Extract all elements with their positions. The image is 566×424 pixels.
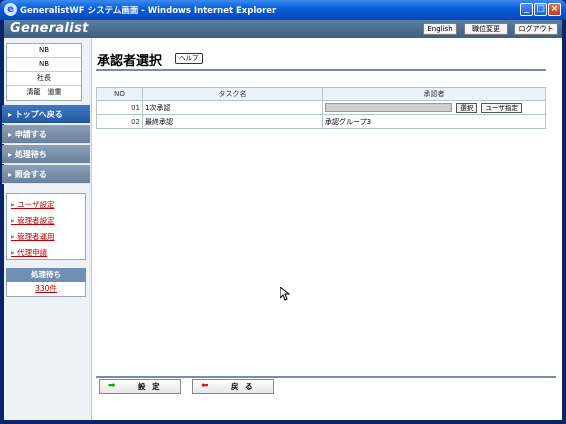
title-divider [96,69,546,71]
maximize-button[interactable]: □ [534,3,547,16]
pending-box: 処理待ち 330件 [6,268,86,297]
arrow-left-icon: ⬅ [201,381,209,391]
table-header-row: NO タスク名 承認者 [96,87,546,101]
nav-top-label: トップへ戻る [14,110,63,119]
role-change-button[interactable]: 職位変更 [464,23,508,35]
app-logo: Generalist [10,21,89,36]
back-button[interactable]: ⬅ 戻 る [192,379,274,394]
nav-top[interactable]: ▸ トップへ戻る [2,105,90,124]
pending-count-link[interactable]: 330件 [6,282,86,297]
col-approver: 承認者 [322,87,546,101]
select-button[interactable]: 選択 [456,102,478,113]
link-admin-operation[interactable]: 管理者運用 [11,230,85,246]
ie-icon: e [4,3,17,16]
user-line-2: NB [7,58,81,72]
back-button-label: 戻 る [231,382,255,391]
page-title: 承認者選択 [97,54,163,69]
link-admin-settings[interactable]: 管理者設定 [11,214,85,230]
help-button[interactable]: ヘルプ [175,53,203,64]
approver-field[interactable] [325,103,452,112]
set-button[interactable]: ➡ 設 定 [99,379,181,394]
approver-table: NO タスク名 承認者 01 1次承認 選択 ユーザ指定 02 最終承認 承認グ… [96,87,546,129]
footer-divider [96,376,556,378]
nav-inquiry[interactable]: ▸ 照会する [2,165,90,184]
set-button-label: 設 定 [138,382,162,391]
window-title: GeneralistWF システム画面 - Windows Internet E… [20,6,277,16]
row-task: 1次承認 [142,100,323,115]
row-approver: 承認グループ3 [322,114,546,129]
english-button[interactable]: English [423,23,457,35]
nav-pending-label: 処理待ち [14,150,47,159]
user-position: 社長 [7,72,81,86]
nav-inquiry-label: 照会する [14,170,47,179]
nav-apply[interactable]: ▸ 申請する [2,125,90,144]
nav-apply-label: 申請する [14,130,47,139]
link-user-settings[interactable]: ユーザ設定 [11,198,85,214]
table-row: 01 1次承認 選択 ユーザ指定 [96,100,546,115]
window-titlebar: e GeneralistWF システム画面 - Windows Internet… [0,0,566,20]
close-button[interactable]: × [548,3,561,16]
col-task: タスク名 [142,87,323,101]
minimize-button[interactable]: _ [520,3,533,16]
table-row: 02 最終承認 承認グループ3 [96,114,546,129]
app-header: Generalist English 職位変更 ログアウト [4,20,562,38]
row-no: 02 [96,114,143,129]
user-line-1: NB [7,44,81,58]
col-no: NO [96,87,143,101]
row-no: 01 [96,100,143,115]
settings-links-box: ユーザ設定 管理者設定 管理者運用 代理申請 [6,193,86,260]
user-specify-button[interactable]: ユーザ指定 [481,102,522,113]
mouse-cursor-icon [280,287,290,301]
link-proxy-apply[interactable]: 代理申請 [11,246,85,262]
user-info-box: NB NB 社長 清龍 道重 [6,43,82,101]
row-approver-cell: 選択 ユーザ指定 [322,100,546,115]
logout-button[interactable]: ログアウト [514,23,558,35]
pending-header: 処理待ち [6,268,86,282]
arrow-right-icon: ➡ [108,381,116,391]
user-name: 清龍 道重 [26,88,62,96]
nav-pending[interactable]: ▸ 処理待ち [2,145,90,164]
row-task: 最終承認 [142,114,323,129]
